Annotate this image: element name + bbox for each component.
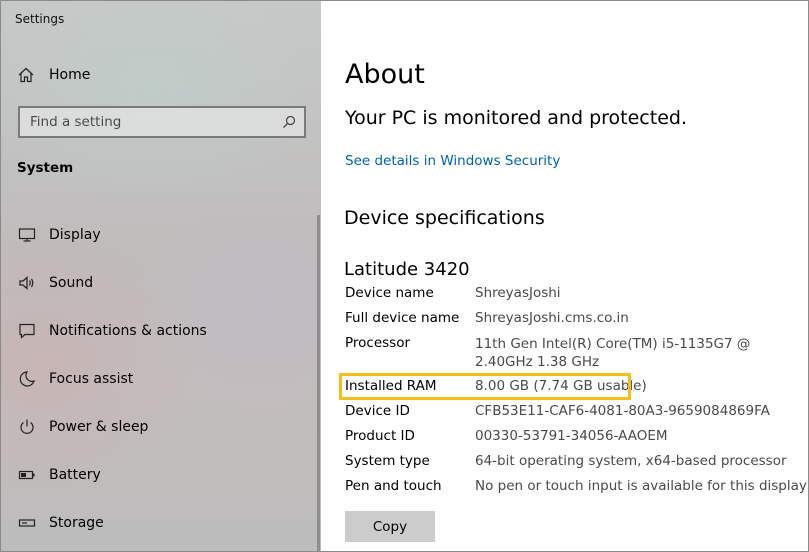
spec-value: ShreyasJoshi.cms.co.in [475,310,629,326]
protection-status: Your PC is monitored and protected. [345,107,687,129]
sidebar-scrollbar[interactable] [317,215,320,551]
spec-label: Pen and touch [345,478,442,494]
sidebar-item-label: Sound [49,275,94,291]
sidebar-item-power-sleep[interactable]: Power & sleep [15,403,305,451]
sidebar-item-storage[interactable]: Storage [15,499,305,547]
spec-label: Full device name [345,310,460,326]
display-icon [18,228,36,242]
spec-label: Device ID [345,403,410,419]
sidebar-nav: Display Sound Notifications & actions Fo… [15,211,305,547]
copy-button[interactable]: Copy [345,511,435,542]
sidebar-item-label: Battery [49,467,101,483]
installed-ram-highlight [339,373,631,400]
battery-icon [18,470,35,480]
sidebar-item-notifications[interactable]: Notifications & actions [15,307,305,355]
sidebar-item-label: Display [49,227,101,243]
windows-security-link[interactable]: See details in Windows Security [345,153,560,169]
spec-value: 11th Gen Intel(R) Core(TM) i5-1135G7 @ 2… [475,336,751,370]
sidebar-item-sound[interactable]: Sound [15,259,305,307]
spec-label: Product ID [345,428,415,444]
spec-label: System type [345,453,430,469]
spec-value: 64-bit operating system, x64-based proce… [475,453,787,469]
search-icon[interactable] [282,115,296,129]
moon-icon [19,371,35,387]
sidebar-item-label: Power & sleep [49,419,149,435]
device-model: Latitude 3420 [344,259,470,280]
sidebar-item-focus-assist[interactable]: Focus assist [15,355,305,403]
search-input[interactable] [30,114,282,130]
home-label: Home [49,67,91,83]
spec-label: Processor [345,335,411,351]
settings-window: Settings Home System Display [0,0,809,552]
sidebar-item-label: Storage [49,515,104,531]
sidebar: Settings Home System Display [1,1,321,551]
search-box[interactable] [18,106,306,138]
spec-value: No pen or touch input is available for t… [475,478,807,494]
sidebar-item-label: Notifications & actions [49,323,207,339]
storage-icon [18,519,36,527]
main-content: About Your PC is monitored and protected… [321,1,808,551]
speaker-icon [19,276,34,290]
home-icon [18,67,34,83]
sidebar-item-display[interactable]: Display [15,211,305,259]
home-nav-item[interactable]: Home [17,65,90,85]
spec-value: 00330-53791-34056-AAOEM [475,428,668,444]
spec-value: CFB53E11-CAF6-4081-80A3-9659084869FA [475,403,770,419]
device-specs-heading: Device specifications [344,207,545,229]
sidebar-item-label: Focus assist [49,371,134,387]
sidebar-item-battery[interactable]: Battery [15,451,305,499]
spec-value: ShreyasJoshi [475,285,561,301]
app-title: Settings [15,12,65,26]
section-title: System [17,160,74,176]
power-icon [20,419,34,434]
spec-label: Device name [345,285,434,301]
notification-icon [19,323,35,339]
page-title: About [345,59,425,90]
